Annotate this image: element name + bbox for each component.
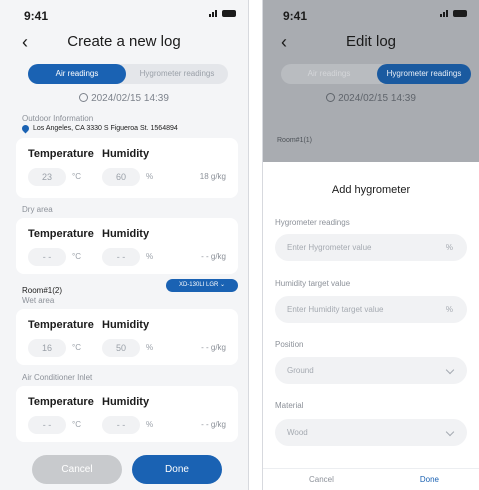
battery-icon <box>222 10 236 17</box>
outdoor-gkg: 18 g/kg <box>199 172 226 181</box>
position-value: Ground <box>287 366 314 375</box>
hygrometer-value-input[interactable]: Enter Hygrometer value % <box>275 234 467 261</box>
tab-air-readings[interactable]: Air readings <box>28 64 126 84</box>
cancel-button[interactable]: Cancel <box>32 455 122 484</box>
temp-unit: °C <box>72 172 81 181</box>
device-dropdown-label: XD-130LI LGR <box>178 282 219 288</box>
humidity-label: Humidity <box>102 148 150 160</box>
temp-unit: °C <box>72 252 81 261</box>
location: Los Angeles, CA 3330 S Figueroa St. 1564… <box>20 123 178 134</box>
nav-bar: ‹ Edit log <box>263 30 479 56</box>
outdoor-card: Temperature Humidity 23 °C 60 % 18 g/kg <box>16 138 238 198</box>
location-pin-icon <box>20 123 31 134</box>
log-date: 2024/02/15 14:39 <box>0 93 248 104</box>
add-hygrometer-sheet: Add hygrometer Hygrometer readings Enter… <box>263 162 479 490</box>
wet-humidity-field[interactable]: 50 <box>102 339 140 357</box>
done-button[interactable]: Done <box>420 475 439 484</box>
section-wet-area: Wet area <box>22 296 55 305</box>
ac-inlet-card: Temperature Humidity - - °C - - % - - g/… <box>16 386 238 442</box>
wet-temp-field[interactable]: 16 <box>28 339 66 357</box>
temperature-label: Temperature <box>28 319 94 331</box>
page-title: Edit log <box>345 33 397 50</box>
status-icons <box>440 10 467 17</box>
humidity-unit: % <box>146 172 154 181</box>
reading-tabs: Air readings Hygrometer readings <box>28 64 228 84</box>
position-select[interactable]: Ground <box>275 357 467 384</box>
humidity-unit: % <box>146 252 154 261</box>
ac-humidity-field[interactable]: - - <box>102 416 140 434</box>
hygrometer-value-placeholder: Enter Hygrometer value <box>287 243 372 252</box>
tab-hygrometer-readings[interactable]: Hygrometer readings <box>126 64 228 84</box>
signal-icon <box>209 10 217 17</box>
humidity-unit: % <box>146 420 154 429</box>
sheet-actions: Cancel Done <box>263 468 479 490</box>
edit-log-screen: 9:41 ‹ Edit log Air readings Hygrometer … <box>262 0 479 490</box>
ac-temp-field[interactable]: - - <box>28 416 66 434</box>
page-title: Create a new log <box>67 33 181 50</box>
status-bar: 9:41 <box>263 0 479 26</box>
log-date-text: 2024/02/15 14:39 <box>338 93 416 104</box>
outdoor-temp-field[interactable]: 23 <box>28 168 66 186</box>
chevron-down-icon <box>445 365 455 375</box>
percent-suffix: % <box>445 243 453 252</box>
section-outdoor: Outdoor Information <box>22 114 94 123</box>
dimmed-background[interactable]: 9:41 ‹ Edit log Air readings Hygrometer … <box>263 0 479 162</box>
wet-area-card: Temperature Humidity 16 °C 50 % - - g/kg <box>16 309 238 365</box>
temp-unit: °C <box>72 420 81 429</box>
section-dry-area: Dry area <box>22 205 53 214</box>
humidity-target-input[interactable]: Enter Humidity target value % <box>275 296 467 323</box>
clock-icon <box>326 93 336 102</box>
dry-area-card: Temperature Humidity - - °C - - % - - g/… <box>16 218 238 274</box>
material-value: Wood <box>287 428 308 437</box>
device-dropdown[interactable]: XD-130LI LGR ⌄ <box>166 279 238 292</box>
log-date: 2024/02/15 14:39 <box>263 93 479 104</box>
location-text: Los Angeles, CA 3330 S Figueroa St. 1564… <box>33 125 178 132</box>
humidity-label: Humidity <box>102 228 150 240</box>
sheet-title: Add hygrometer <box>331 184 411 196</box>
room-name: Room#1(2) <box>22 286 63 295</box>
material-select[interactable]: Wood <box>275 419 467 446</box>
signal-icon <box>440 10 448 17</box>
room-name: Room#1(1) <box>277 137 313 144</box>
dry-gkg: - - g/kg <box>201 252 226 261</box>
position-label: Position <box>275 340 304 349</box>
section-ac-inlet: Air Conditioner Inlet <box>22 373 93 382</box>
status-time: 9:41 <box>283 9 308 23</box>
dry-temp-field[interactable]: - - <box>28 248 66 266</box>
temperature-label: Temperature <box>28 148 94 160</box>
humidity-label: Humidity <box>102 319 150 331</box>
temperature-label: Temperature <box>28 396 94 408</box>
humidity-unit: % <box>146 343 154 352</box>
battery-icon <box>453 10 467 17</box>
temp-unit: °C <box>72 343 81 352</box>
humidity-target-placeholder: Enter Humidity target value <box>287 305 384 314</box>
outdoor-humidity-field[interactable]: 60 <box>102 168 140 186</box>
wet-gkg: - - g/kg <box>201 343 226 352</box>
chevron-down-icon <box>445 427 455 437</box>
cancel-button[interactable]: Cancel <box>309 475 334 484</box>
create-log-screen: 9:41 ‹ Create a new log Air readings Hyg… <box>0 0 249 490</box>
hygrometer-readings-label: Hygrometer readings <box>275 218 350 227</box>
status-time: 9:41 <box>24 9 49 23</box>
done-button[interactable]: Done <box>132 455 222 484</box>
tab-hygrometer-readings[interactable]: Hygrometer readings <box>377 64 471 84</box>
tab-air-readings[interactable]: Air readings <box>281 64 377 84</box>
humidity-target-label: Humidity target value <box>275 279 351 288</box>
temperature-label: Temperature <box>28 228 94 240</box>
nav-bar: ‹ Create a new log <box>0 30 248 56</box>
room-row: Room#1(2) XD-130LI LGR ⌄ <box>22 279 238 295</box>
status-bar: 9:41 <box>0 0 248 26</box>
clock-icon <box>79 93 89 102</box>
ac-gkg: - - g/kg <box>201 420 226 429</box>
log-date-text: 2024/02/15 14:39 <box>91 93 169 104</box>
material-label: Material <box>275 401 304 410</box>
percent-suffix: % <box>445 305 453 314</box>
reading-tabs: Air readings Hygrometer readings <box>281 64 471 84</box>
status-icons <box>209 10 236 17</box>
humidity-label: Humidity <box>102 396 150 408</box>
dry-humidity-field[interactable]: - - <box>102 248 140 266</box>
